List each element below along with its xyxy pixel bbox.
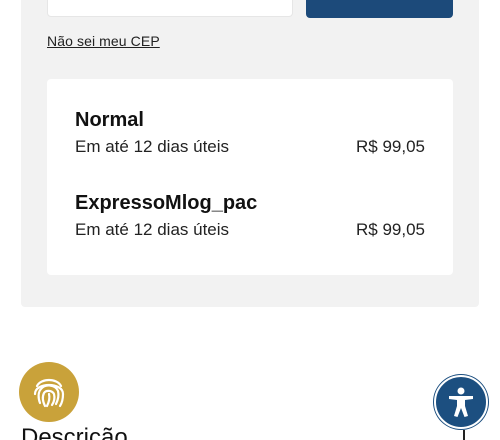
fingerprint-icon [33,378,65,408]
plus-icon[interactable] [456,430,472,440]
shipping-option-delivery: Em até 12 dias úteis [75,220,230,239]
shipping-option[interactable]: ExpressoMlog_pac Em até 12 dias úteis R$… [75,191,425,240]
shipping-option-delivery: Em até 12 dias úteis [75,137,230,156]
accessibility-icon [449,387,473,417]
accessibility-button[interactable] [434,375,488,429]
description-section-title[interactable]: Descrição [21,424,128,440]
unknown-cep-link[interactable]: Não sei meu CEP [47,33,160,49]
calculate-shipping-button[interactable] [306,0,453,18]
shipping-option-name: Normal [75,109,144,131]
shipping-option[interactable]: Normal Em até 12 dias úteis R$ 99,05 [75,108,425,157]
shipping-option-name: ExpressoMlog_pac [75,192,258,214]
shipping-option-price: R$ 99,05 [356,137,425,156]
shipping-option-price: R$ 99,05 [356,220,425,239]
shipping-options-card: Normal Em até 12 dias úteis R$ 99,05 Exp… [47,79,453,275]
fingerprint-button[interactable] [19,362,79,422]
cep-input[interactable] [47,0,293,17]
